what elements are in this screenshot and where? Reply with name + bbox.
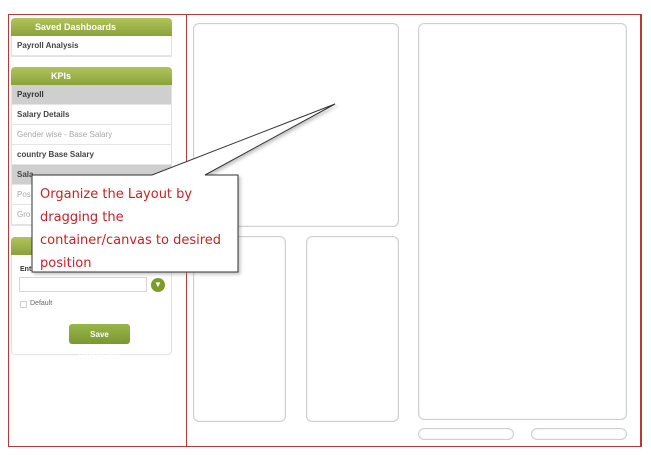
callout-text: Organize the Layout by dragging the cont…: [40, 187, 222, 271]
